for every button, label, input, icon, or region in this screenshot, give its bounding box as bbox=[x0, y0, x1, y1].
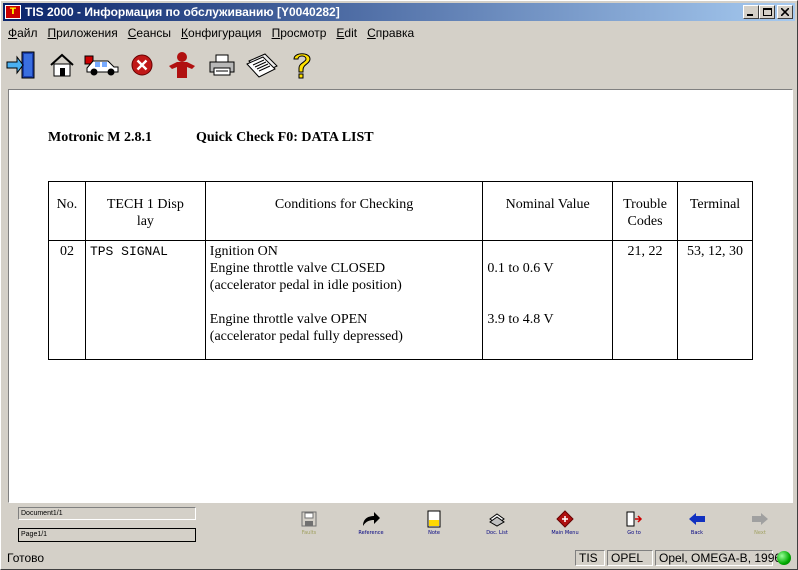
home-button[interactable] bbox=[43, 46, 81, 84]
document-stack-icon bbox=[246, 53, 278, 78]
printer-icon bbox=[209, 54, 235, 76]
title-bar[interactable]: T TIS 2000 - Информация по обслуживанию … bbox=[3, 3, 795, 21]
cell-terminal: 53, 12, 30 bbox=[677, 240, 753, 360]
main-menu-button[interactable]: Main Menu bbox=[540, 510, 590, 540]
status-make: OPEL bbox=[607, 550, 653, 566]
condition-spacer bbox=[210, 294, 479, 311]
reference-button[interactable]: Reference bbox=[346, 510, 396, 540]
window-title: TIS 2000 - Информация по обслуживанию [Y… bbox=[25, 5, 340, 19]
stop-icon bbox=[131, 54, 153, 76]
connection-status-icon bbox=[777, 551, 791, 565]
column-header-no: No. bbox=[48, 181, 86, 241]
app-logo-icon[interactable]: T bbox=[5, 5, 21, 19]
document-heading: Motronic M 2.8.1 Quick Check F0: DATA LIS… bbox=[48, 130, 374, 146]
menu-sessions[interactable]: Сеансы bbox=[123, 26, 176, 40]
menu-view[interactable]: Просмотр bbox=[267, 26, 332, 40]
window-controls bbox=[743, 5, 793, 19]
minimize-icon bbox=[747, 14, 753, 16]
exit-button[interactable] bbox=[3, 46, 41, 84]
person-button[interactable] bbox=[163, 46, 201, 84]
faults-button[interactable]: Faults bbox=[284, 510, 334, 540]
engine-model: Motronic M 2.8.1 bbox=[48, 130, 152, 145]
data-list-table: No. TECH 1 Disp lay Conditions for Check… bbox=[48, 181, 753, 360]
next-arrow-icon bbox=[752, 513, 768, 525]
help-icon bbox=[293, 53, 311, 79]
close-button[interactable] bbox=[777, 5, 793, 19]
goto-label: Go to bbox=[627, 530, 641, 536]
maximize-button[interactable] bbox=[759, 5, 775, 19]
stop-button[interactable] bbox=[123, 46, 161, 84]
doc-list-button[interactable]: Doc. List bbox=[472, 510, 522, 540]
next-label: Next bbox=[754, 530, 766, 536]
status-vehicle: Opel, OMEGA-B, 1996 bbox=[655, 550, 781, 566]
menu-file[interactable]: Файл bbox=[3, 26, 43, 40]
column-header-trouble-codes: Trouble Codes bbox=[612, 181, 679, 241]
note-button[interactable]: Note bbox=[409, 510, 459, 540]
cell-tech1: TPS SIGNAL bbox=[84, 240, 206, 360]
column-header-tech1: TECH 1 Disp lay bbox=[84, 181, 206, 241]
arrow-curve-icon bbox=[363, 512, 380, 526]
status-module: TIS bbox=[575, 550, 605, 566]
menu-bar: Файл Приложения Сеансы Конфигурация Прос… bbox=[3, 23, 419, 42]
condition-line: Ignition ON bbox=[209, 244, 278, 259]
vehicle-icon bbox=[84, 55, 119, 76]
status-bar: Готово TIS OPEL Opel, OMEGA-B, 1996 bbox=[3, 549, 795, 567]
document-counter: Document1/1 bbox=[18, 507, 196, 520]
main-menu-label: Main Menu bbox=[551, 530, 579, 536]
minimize-button[interactable] bbox=[743, 5, 759, 19]
table-header-row: No. TECH 1 Disp lay Conditions for Check… bbox=[48, 181, 753, 241]
menu-configuration[interactable]: Конфигурация bbox=[176, 26, 267, 40]
doc-list-icon bbox=[489, 513, 505, 527]
column-header-trouble-codes-label: Trouble Codes bbox=[623, 197, 667, 229]
vehicle-button[interactable] bbox=[83, 46, 121, 84]
page-title: Quick Check F0: DATA LIST bbox=[196, 130, 374, 145]
person-icon bbox=[169, 52, 195, 78]
condition-line: (accelerator pedal fully depressed) bbox=[209, 329, 403, 344]
close-icon bbox=[781, 8, 789, 16]
doc-list-label: Doc. List bbox=[486, 530, 508, 536]
faults-label: Faults bbox=[301, 530, 317, 536]
document-view[interactable]: Motronic M 2.8.1 Quick Check F0: DATA LIS… bbox=[8, 89, 793, 503]
condition-line: (accelerator pedal in idle position) bbox=[209, 278, 402, 293]
goto-button[interactable]: Go to bbox=[609, 510, 659, 540]
exit-door-icon bbox=[6, 51, 35, 79]
status-text: Готово bbox=[7, 551, 45, 565]
goto-icon bbox=[626, 511, 643, 527]
navigation-panel: Document1/1 Page1/1 Faults Reference Not… bbox=[8, 504, 793, 546]
print-button[interactable] bbox=[203, 46, 241, 84]
reference-label: Reference bbox=[358, 530, 384, 536]
help-button[interactable] bbox=[283, 46, 321, 84]
column-header-conditions: Conditions for Checking bbox=[204, 181, 484, 241]
maximize-icon bbox=[762, 7, 772, 16]
menu-help[interactable]: Справка bbox=[362, 26, 419, 40]
condition-line: Engine throttle valve OPEN bbox=[209, 312, 368, 327]
home-icon bbox=[50, 53, 74, 77]
menu-applications[interactable]: Приложения bbox=[43, 26, 123, 40]
column-header-tech1-label: TECH 1 Disp lay bbox=[106, 197, 184, 229]
cell-nominal: 0.1 to 0.6 V 3.9 to 4.8 V bbox=[482, 240, 614, 360]
column-header-nominal: Nominal Value bbox=[482, 181, 614, 241]
note-label: Note bbox=[428, 530, 440, 536]
back-arrow-icon bbox=[689, 513, 705, 525]
next-button[interactable]: Next bbox=[735, 510, 785, 540]
floppy-icon bbox=[301, 511, 317, 527]
app-window: T TIS 2000 - Информация по обслуживанию … bbox=[0, 0, 798, 570]
nominal-value: 0.1 to 0.6 V bbox=[487, 261, 554, 276]
column-header-terminal: Terminal bbox=[677, 181, 753, 241]
back-label: Back bbox=[690, 530, 704, 536]
documents-button[interactable] bbox=[243, 46, 281, 84]
condition-line: Engine throttle valve CLOSED bbox=[209, 261, 386, 276]
table-row: 02 TPS SIGNAL Ignition ON Engine throttl… bbox=[48, 240, 753, 360]
toolbar bbox=[3, 44, 795, 86]
cell-no: 02 bbox=[48, 240, 86, 360]
nominal-value: 3.9 to 4.8 V bbox=[487, 312, 554, 327]
main-menu-icon bbox=[556, 510, 574, 528]
note-icon bbox=[427, 510, 441, 528]
menu-edit[interactable]: Edit bbox=[331, 26, 362, 40]
back-button[interactable]: Back bbox=[672, 510, 722, 540]
cell-trouble-codes: 21, 22 bbox=[612, 240, 679, 360]
page-counter: Page1/1 bbox=[18, 528, 196, 542]
cell-conditions: Ignition ON Engine throttle valve CLOSED… bbox=[204, 240, 484, 360]
